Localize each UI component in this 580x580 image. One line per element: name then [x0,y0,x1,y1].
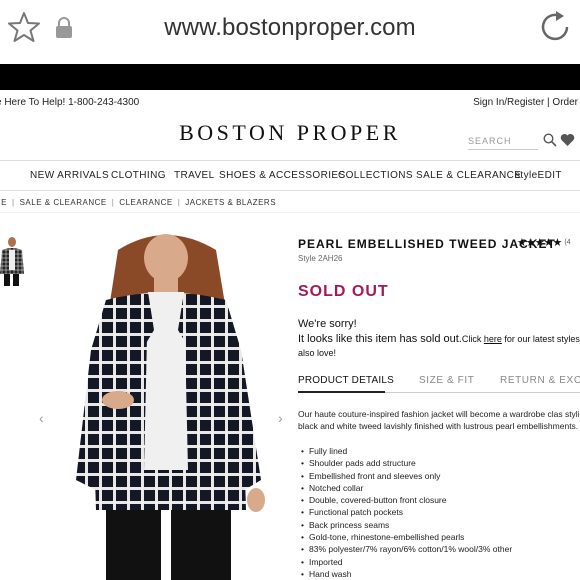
list-item: Fully lined [301,445,512,457]
nav-shoes-accessories[interactable]: SHOES & ACCESSORIES [219,170,346,181]
search-icon[interactable] [543,133,557,147]
list-item: Hand wash [301,568,512,580]
reload-icon[interactable] [538,10,572,44]
list-item: Gold-tone, rhinestone-embellished pearls [301,531,512,543]
breadcrumb-separator: | [177,198,181,207]
next-image-arrow[interactable]: › [278,410,283,426]
nav-travel[interactable]: TRAVEL [174,170,215,181]
style-number: Style 2AH26 [298,254,343,263]
sorry-text: It looks like this item has sold out. [298,333,462,345]
sorry-message: It looks like this item has sold out.Cli… [298,333,580,345]
breadcrumb-jackets-blazers[interactable]: JACKETS & BLAZERS [185,198,276,207]
nav-sale-clearance[interactable]: SALE & CLEARANCE [416,170,521,181]
sorry-after: for our latest styles [501,334,580,344]
nav-new-arrivals[interactable]: NEW ARRIVALS [30,170,109,181]
sorry-click: Click [461,334,484,344]
breadcrumb-sale-clearance[interactable]: SALE & CLEARANCE [20,198,107,207]
breadcrumb: ME | SALE & CLEARANCE | CLEARANCE | JACKETS & … [0,198,276,207]
product-thumbnail[interactable] [0,236,26,286]
list-item: Imported [301,556,512,568]
tab-product-details[interactable]: PRODUCT DETAILS [298,375,394,386]
nav-styleedit[interactable]: styleEDIT [515,170,562,181]
address-bar-url[interactable]: www.bostonproper.com [0,14,580,42]
header-divider [0,160,580,161]
sorry-end: also love! [298,348,337,358]
latest-styles-link[interactable]: here [484,334,502,344]
review-count[interactable]: (4 [564,239,570,246]
product-image [76,234,265,580]
rating-stars[interactable]: ★★★★★ (4 [517,236,571,249]
nav-collections[interactable]: COLLECTIONS [338,170,413,181]
browser-url-bar: www.bostonproper.com [0,0,580,62]
product-features-list: Fully lined Shoulder pads add structure … [301,445,512,580]
heart-icon[interactable] [560,133,575,147]
breadcrumb-separator: | [12,198,15,207]
breadcrumb-clearance[interactable]: CLEARANCE [119,198,172,207]
active-tab-indicator [298,391,385,393]
tab-return-exchange[interactable]: RETURN & EXCHA [500,375,580,386]
list-item: 83% polyester/7% rayon/6% cotton/1% wool… [301,543,512,555]
star-rating-icons: ★★★★★ [517,237,562,249]
list-item: Functional patch pockets [301,506,512,518]
list-item: Notched collar [301,482,512,494]
breadcrumb-divider [0,212,580,213]
list-item: Shoulder pads add structure [301,457,512,469]
sold-out-status: SOLD OUT [298,283,389,300]
promo-banner [0,64,580,90]
list-item: Embellished front and sleeves only [301,470,512,482]
help-phone-text: e Here To Help! 1-800-243-4300 [0,97,140,108]
breadcrumb-home[interactable]: ME [0,198,7,207]
tab-size-fit[interactable]: SIZE & FIT [419,375,474,386]
product-description: Our haute couture-inspired fashion jacke… [298,409,580,431]
account-links[interactable]: Sign In/Register | Order [473,97,578,108]
list-item: Double, covered-button front closure [301,494,512,506]
search-input[interactable]: SEARCH [468,134,538,150]
list-item: Back princess seams [301,519,512,531]
sorry-heading: We're sorry! [298,318,357,330]
breadcrumb-separator: | [111,198,115,207]
nav-clothing[interactable]: CLOTHING [111,170,166,181]
previous-image-arrow[interactable]: ‹ [39,410,44,426]
nav-divider [0,190,580,191]
